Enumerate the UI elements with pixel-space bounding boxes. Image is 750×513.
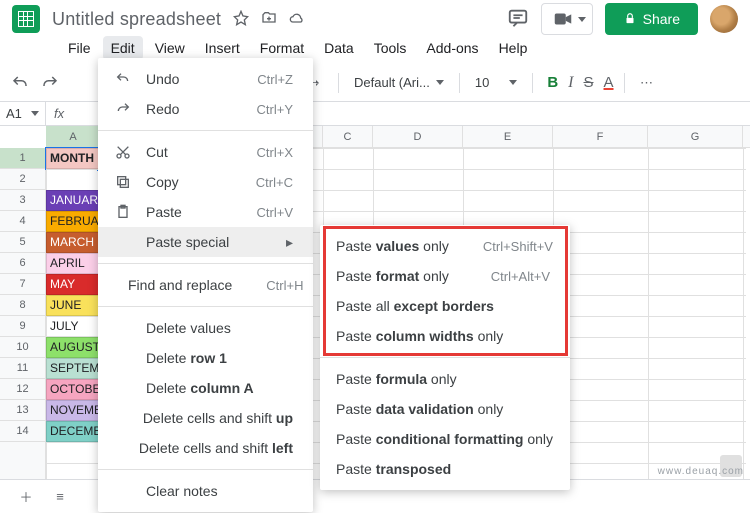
row-head-5[interactable]: 5	[0, 232, 45, 253]
textcolor-button[interactable]: A	[604, 74, 614, 91]
cell-A11[interactable]: SEPTEMBER	[46, 358, 101, 379]
move-icon[interactable]	[261, 10, 277, 29]
col-head-c[interactable]: C	[323, 126, 373, 147]
del-up-item[interactable]: Delete cells and shift up	[98, 403, 313, 433]
cell-A3[interactable]: JANUARY	[46, 190, 101, 211]
clear-notes-item[interactable]: Clear notes	[98, 476, 313, 506]
menu-addons[interactable]: Add-ons	[418, 36, 486, 60]
italic-button[interactable]: I	[568, 74, 573, 92]
chevron-right-icon: ▸	[286, 234, 293, 251]
cell-A4[interactable]: FEBRUARY	[46, 211, 101, 232]
paste-cond-item[interactable]: Paste conditional formatting only	[320, 424, 570, 454]
redo-icon[interactable]	[38, 71, 62, 95]
all-sheets-button[interactable]: ≡	[46, 483, 74, 511]
avatar[interactable]	[710, 5, 738, 33]
row-head-11[interactable]: 11	[0, 358, 45, 379]
cell-A13[interactable]: NOVEMBER	[46, 400, 101, 421]
row-head-2[interactable]: 2	[0, 169, 45, 190]
col-head-e[interactable]: E	[463, 126, 553, 147]
edit-menu: UndoCtrl+Z RedoCtrl+Y CutCtrl+X CopyCtrl…	[98, 58, 313, 512]
menu-help[interactable]: Help	[491, 36, 536, 60]
row-head-4[interactable]: 4	[0, 211, 45, 232]
menu-view[interactable]: View	[147, 36, 193, 60]
cell-A9[interactable]: JULY	[46, 316, 101, 337]
paste-datav-item[interactable]: Paste data validation only	[320, 394, 570, 424]
row-head-8[interactable]: 8	[0, 295, 45, 316]
paste-formula-item[interactable]: Paste formula only	[320, 364, 570, 394]
cut-item[interactable]: CutCtrl+X	[98, 137, 313, 167]
share-label: Share	[643, 11, 680, 27]
del-left-item[interactable]: Delete cells and shift left	[98, 433, 313, 463]
doc-title[interactable]: Untitled spreadsheet	[52, 9, 221, 30]
meet-button[interactable]	[541, 3, 593, 35]
paste-colwidth-item[interactable]: Paste column widths only	[320, 321, 570, 351]
bold-button[interactable]: B	[547, 74, 558, 91]
col-head-a[interactable]: A	[46, 126, 101, 147]
menu-format[interactable]: Format	[252, 36, 312, 60]
more-icon[interactable]: ⋯	[635, 71, 659, 95]
cell-A7[interactable]: MAY	[46, 274, 101, 295]
cloud-icon[interactable]	[289, 10, 305, 29]
paste-format-item[interactable]: Paste format onlyCtrl+Alt+V	[320, 261, 570, 291]
menu-edit[interactable]: Edit	[103, 36, 143, 60]
menu-insert[interactable]: Insert	[197, 36, 248, 60]
undo-item[interactable]: UndoCtrl+Z	[98, 64, 313, 94]
font-size[interactable]: 10	[470, 72, 522, 93]
comments-icon[interactable]	[507, 7, 529, 32]
menu-tools[interactable]: Tools	[366, 36, 415, 60]
redo-item[interactable]: RedoCtrl+Y	[98, 94, 313, 124]
cell-A5[interactable]: MARCH	[46, 232, 101, 253]
share-button[interactable]: Share	[605, 3, 698, 35]
copy-item[interactable]: CopyCtrl+C	[98, 167, 313, 197]
paste-trans-item[interactable]: Paste transposed	[320, 454, 570, 484]
col-head-d[interactable]: D	[373, 126, 463, 147]
sheets-logo[interactable]	[12, 5, 40, 33]
cell-A6[interactable]: APRIL	[46, 253, 101, 274]
row-head-9[interactable]: 9	[0, 316, 45, 337]
paste-exborders-item[interactable]: Paste all except borders	[320, 291, 570, 321]
menu-file[interactable]: File	[60, 36, 99, 60]
font-select[interactable]: Default (Ari...	[349, 72, 449, 93]
paste-item[interactable]: PasteCtrl+V	[98, 197, 313, 227]
row-head-3[interactable]: 3	[0, 190, 45, 211]
col-head-f[interactable]: F	[553, 126, 648, 147]
menu-data[interactable]: Data	[316, 36, 362, 60]
row-head-12[interactable]: 12	[0, 379, 45, 400]
cell-A1[interactable]: MONTH	[46, 148, 101, 169]
row-head-7[interactable]: 7	[0, 274, 45, 295]
del-col-item[interactable]: Delete column A	[98, 373, 313, 403]
fx-label: fx	[46, 104, 72, 123]
cell-A12[interactable]: OCTOBER	[46, 379, 101, 400]
row-head-1[interactable]: 1	[0, 148, 45, 169]
watermark: www.deuaq.com	[658, 466, 744, 477]
del-row-item[interactable]: Delete row 1	[98, 343, 313, 373]
col-head-g[interactable]: G	[648, 126, 743, 147]
row-head-13[interactable]: 13	[0, 400, 45, 421]
row-head-6[interactable]: 6	[0, 253, 45, 274]
row-head-14[interactable]: 14	[0, 421, 45, 442]
row-head-10[interactable]: 10	[0, 337, 45, 358]
paste-special-submenu: Paste values onlyCtrl+Shift+V Paste form…	[320, 225, 570, 490]
find-item[interactable]: Find and replaceCtrl+H	[98, 270, 313, 300]
name-box[interactable]: A1	[0, 102, 46, 125]
strike-button[interactable]: S	[584, 74, 594, 91]
cell-A10[interactable]: AUGUST	[46, 337, 101, 358]
paste-values-item[interactable]: Paste values onlyCtrl+Shift+V	[320, 231, 570, 261]
add-sheet-button[interactable]: ＋	[12, 483, 40, 511]
del-values-item[interactable]: Delete values	[98, 313, 313, 343]
star-icon[interactable]	[233, 10, 249, 29]
cell-A14[interactable]: DECEMBER	[46, 421, 101, 442]
cell-A8[interactable]: JUNE	[46, 295, 101, 316]
paste-special-item[interactable]: Paste special▸	[98, 227, 313, 257]
undo-icon[interactable]	[8, 71, 32, 95]
